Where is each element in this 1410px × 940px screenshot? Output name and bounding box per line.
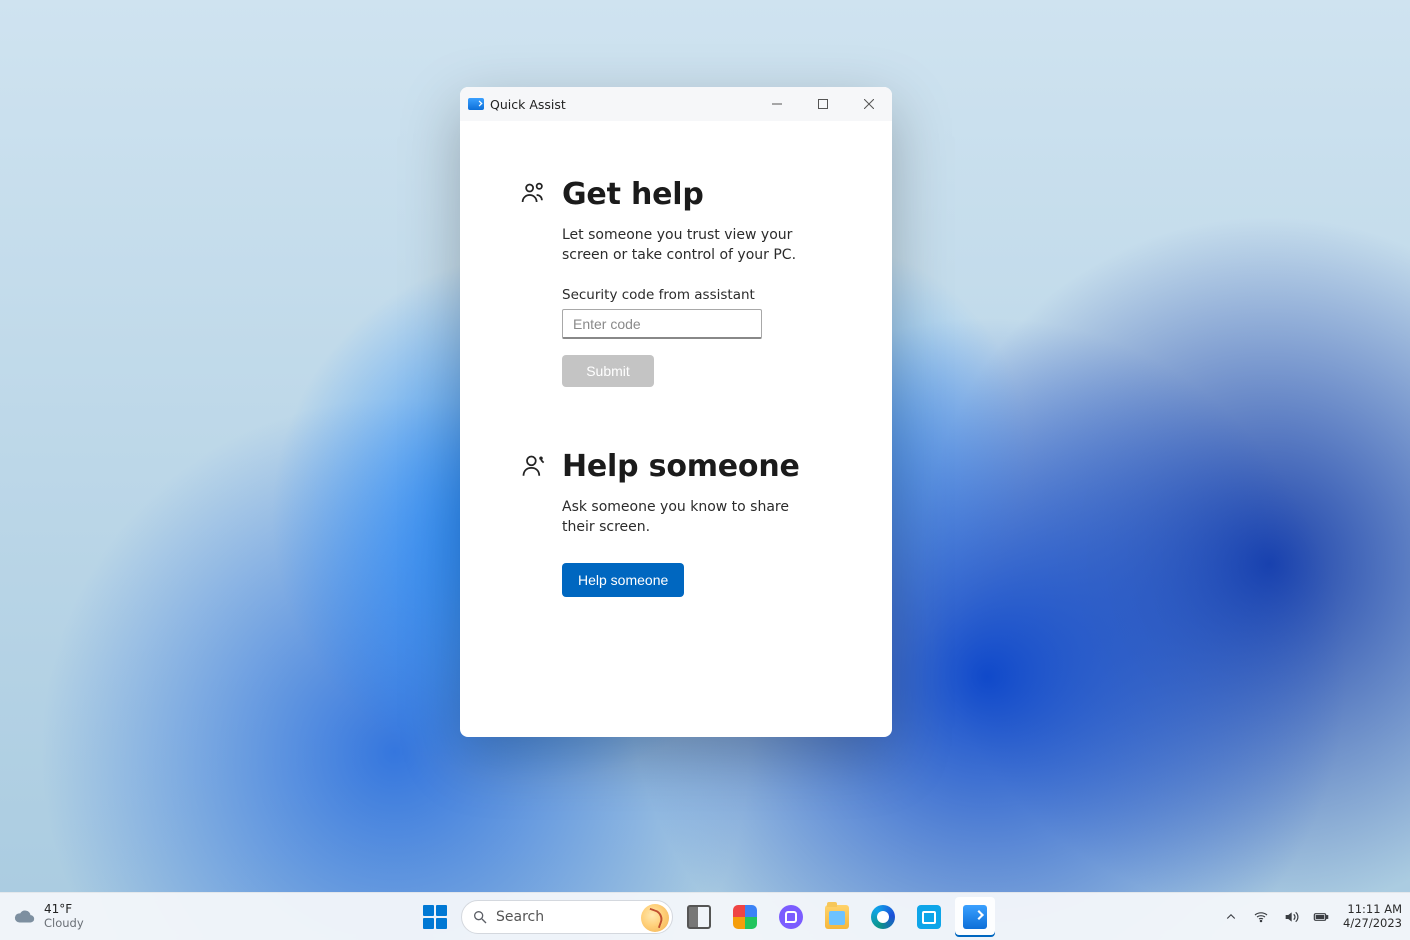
get-help-section: Get help Let someone you trust view your… xyxy=(520,177,832,387)
task-view-button[interactable] xyxy=(679,897,719,937)
clock-time: 11:11 AM xyxy=(1343,903,1402,916)
search-highlight-icon xyxy=(641,904,669,932)
help-someone-button[interactable]: Help someone xyxy=(562,563,684,597)
security-code-label: Security code from assistant xyxy=(562,287,832,303)
window-content: Get help Let someone you trust view your… xyxy=(460,121,892,737)
security-code-input[interactable] xyxy=(562,309,762,339)
quick-assist-app-icon xyxy=(468,98,484,110)
taskbar: 41°F Cloudy Search xyxy=(0,892,1410,940)
submit-button[interactable]: Submit xyxy=(562,355,654,387)
chat-button[interactable] xyxy=(771,897,811,937)
widgets-button[interactable] xyxy=(725,897,765,937)
help-someone-section: Help someone Ask someone you know to sha… xyxy=(520,449,832,597)
taskbar-search[interactable]: Search xyxy=(461,900,673,934)
get-help-heading: Get help xyxy=(562,177,704,212)
maximize-button[interactable] xyxy=(800,87,846,121)
close-button[interactable] xyxy=(846,87,892,121)
tray-overflow-button[interactable] xyxy=(1223,909,1239,925)
help-someone-description: Ask someone you know to share their scre… xyxy=(562,498,812,537)
weather-condition: Cloudy xyxy=(44,917,84,930)
microsoft-store-icon xyxy=(917,905,941,929)
taskbar-clock[interactable]: 11:11 AM 4/27/2023 xyxy=(1343,903,1402,929)
windows-logo-icon xyxy=(423,905,447,929)
edge-icon xyxy=(871,905,895,929)
store-button[interactable] xyxy=(909,897,949,937)
volume-icon[interactable] xyxy=(1283,909,1299,925)
search-icon xyxy=(472,909,488,925)
system-tray: 11:11 AM 4/27/2023 xyxy=(1223,893,1402,940)
quick-assist-icon xyxy=(963,905,987,929)
quick-assist-taskbar-button[interactable] xyxy=(955,897,995,937)
start-button[interactable] xyxy=(415,897,455,937)
chat-icon xyxy=(779,905,803,929)
help-someone-heading: Help someone xyxy=(562,449,800,484)
titlebar[interactable]: Quick Assist xyxy=(460,87,892,121)
file-explorer-icon xyxy=(825,905,849,929)
people-share-icon xyxy=(520,181,548,209)
widgets-icon xyxy=(733,905,757,929)
taskbar-center: Search xyxy=(415,893,995,940)
person-share-icon xyxy=(520,453,548,481)
weather-temp: 41°F xyxy=(44,903,84,917)
search-placeholder-text: Search xyxy=(496,909,544,925)
clock-date: 4/27/2023 xyxy=(1343,917,1402,930)
minimize-button[interactable] xyxy=(754,87,800,121)
quick-assist-window: Quick Assist Get help Let someone you tr… xyxy=(460,87,892,737)
edge-button[interactable] xyxy=(863,897,903,937)
cloud-icon xyxy=(14,906,36,928)
weather-widget[interactable]: 41°F Cloudy xyxy=(0,893,84,940)
window-title: Quick Assist xyxy=(490,97,566,112)
file-explorer-button[interactable] xyxy=(817,897,857,937)
battery-icon[interactable] xyxy=(1313,909,1329,925)
get-help-description: Let someone you trust view your screen o… xyxy=(562,226,812,265)
task-view-icon xyxy=(687,905,711,929)
wifi-icon[interactable] xyxy=(1253,909,1269,925)
